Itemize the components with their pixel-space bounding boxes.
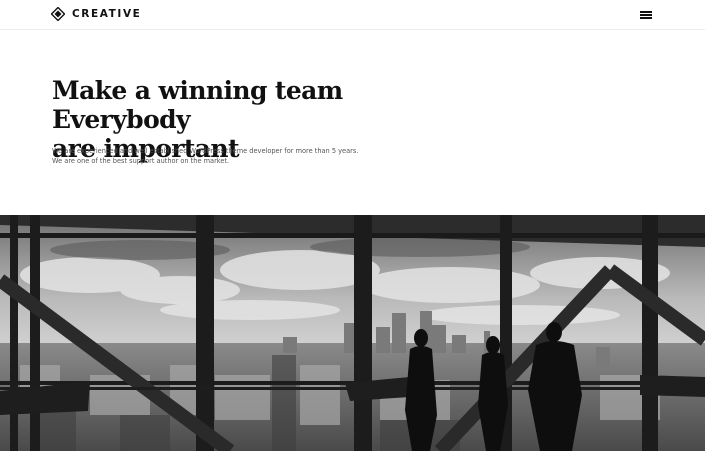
diamond-logo-icon	[51, 7, 65, 21]
hero-description: We are experienced and well established …	[52, 146, 412, 166]
brand-name: CREATIVE	[72, 8, 142, 20]
hero-description-line-2: We are one of the best support author on…	[52, 157, 230, 165]
site-header: CREATIVE	[0, 0, 705, 30]
hero-title-line-1: Make a winning team Everybody	[52, 76, 343, 134]
hamburger-menu-icon[interactable]	[639, 9, 655, 21]
hero-description-line-1: We are experienced and well established …	[52, 147, 359, 155]
office-window-city-photo	[0, 215, 705, 451]
brand-logo-link[interactable]: CREATIVE	[51, 7, 141, 21]
